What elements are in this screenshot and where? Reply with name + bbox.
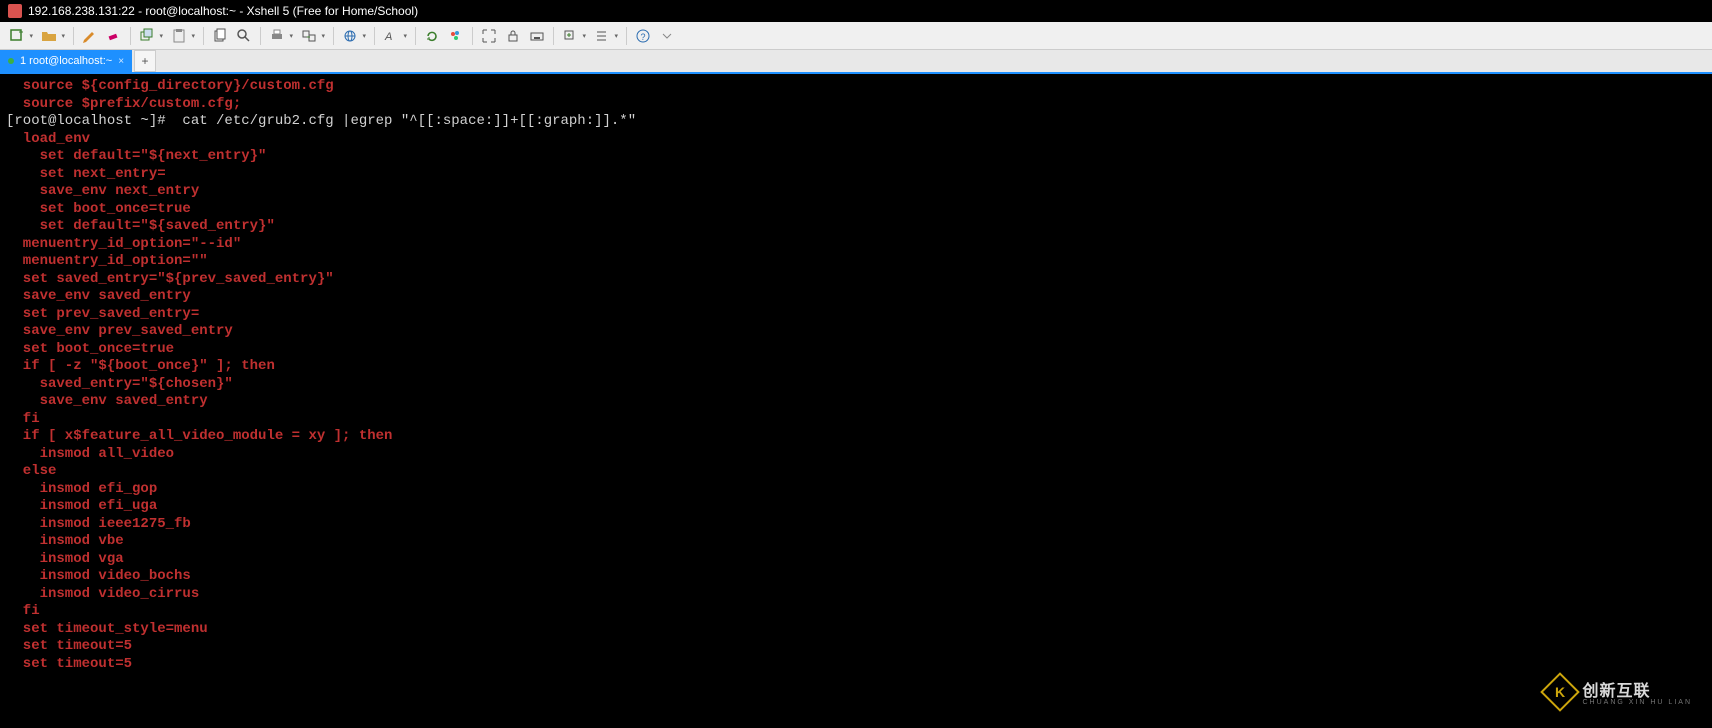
globe-button[interactable] <box>339 25 369 47</box>
terminal-line: set prev_saved_entry= <box>6 306 1706 324</box>
watermark-sub: CHUANG XIN HU LIAN <box>1582 699 1692 706</box>
close-icon[interactable]: × <box>118 56 124 67</box>
terminal-line: insmod vbe <box>6 533 1706 551</box>
app-icon <box>8 4 22 18</box>
dropdown-icon[interactable] <box>656 25 678 47</box>
copy-button[interactable] <box>209 25 231 47</box>
font-button[interactable]: A <box>380 25 410 47</box>
terminal-line: insmod vga <box>6 551 1706 569</box>
terminal-line: load_env <box>6 131 1706 149</box>
tab-session-1[interactable]: 1 root@localhost:~ × <box>0 50 132 72</box>
eraser-button[interactable] <box>103 25 125 47</box>
terminal-line: fi <box>6 603 1706 621</box>
terminal-line: source $prefix/custom.cfg; <box>6 96 1706 114</box>
separator <box>203 27 204 45</box>
terminal-line: set default="${saved_entry}" <box>6 218 1706 236</box>
terminal-line: if [ -z "${boot_once}" ]; then <box>6 358 1706 376</box>
add-tab-button[interactable]: + <box>134 50 156 72</box>
new-session-button[interactable] <box>6 25 36 47</box>
terminal-line: insmod video_cirrus <box>6 586 1706 604</box>
terminal-line: set next_entry= <box>6 166 1706 184</box>
separator <box>333 27 334 45</box>
palette-button[interactable] <box>445 25 467 47</box>
lock-button[interactable] <box>502 25 524 47</box>
paste-button[interactable] <box>168 25 198 47</box>
separator <box>260 27 261 45</box>
fullscreen-button[interactable] <box>478 25 500 47</box>
terminal-line: set boot_once=true <box>6 201 1706 219</box>
print-button[interactable] <box>266 25 296 47</box>
separator <box>374 27 375 45</box>
tab-label: 1 root@localhost:~ <box>20 55 112 67</box>
pencil-button[interactable] <box>79 25 101 47</box>
terminal-line: save_env prev_saved_entry <box>6 323 1706 341</box>
help-button[interactable]: ? <box>632 25 654 47</box>
open-button[interactable] <box>38 25 68 47</box>
separator <box>553 27 554 45</box>
terminal-line: set boot_once=true <box>6 341 1706 359</box>
window-title: 192.168.238.131:22 - root@localhost:~ - … <box>28 4 418 18</box>
terminal-line: [root@localhost ~]# cat /etc/grub2.cfg |… <box>6 113 1706 131</box>
transfer-button[interactable] <box>298 25 328 47</box>
terminal-line: set default="${next_entry}" <box>6 148 1706 166</box>
terminal-line: insmod efi_uga <box>6 498 1706 516</box>
terminal-line: saved_entry="${chosen}" <box>6 376 1706 394</box>
terminal-line: menuentry_id_option="" <box>6 253 1706 271</box>
terminal-line: set timeout=5 <box>6 656 1706 674</box>
terminal-line: if [ x$feature_all_video_module = xy ]; … <box>6 428 1706 446</box>
keyboard-button[interactable] <box>526 25 548 47</box>
svg-text:A: A <box>384 31 392 43</box>
terminal-line: save_env saved_entry <box>6 288 1706 306</box>
list-button[interactable] <box>591 25 621 47</box>
svg-text:?: ? <box>641 32 646 42</box>
terminal-line: set timeout_style=menu <box>6 621 1706 639</box>
separator <box>415 27 416 45</box>
watermark: K 创新互联 CHUANG XIN HU LIAN <box>1546 677 1692 706</box>
terminal-output[interactable]: source ${config_directory}/custom.cfg so… <box>0 74 1712 677</box>
separator <box>73 27 74 45</box>
terminal-line: save_env next_entry <box>6 183 1706 201</box>
copy-session-button[interactable] <box>136 25 166 47</box>
terminal-line: insmod ieee1275_fb <box>6 516 1706 534</box>
terminal-line: set timeout=5 <box>6 638 1706 656</box>
refresh-button[interactable] <box>421 25 443 47</box>
watermark-brand: 创新互联 <box>1582 677 1692 701</box>
separator <box>626 27 627 45</box>
add-button[interactable] <box>559 25 589 47</box>
tabbar: 1 root@localhost:~ × + <box>0 50 1712 74</box>
terminal-line: insmod efi_gop <box>6 481 1706 499</box>
terminal-line: menuentry_id_option="--id" <box>6 236 1706 254</box>
terminal-line: source ${config_directory}/custom.cfg <box>6 78 1706 96</box>
terminal-line: else <box>6 463 1706 481</box>
status-dot-icon <box>8 58 14 64</box>
titlebar: 192.168.238.131:22 - root@localhost:~ - … <box>0 0 1712 22</box>
watermark-logo-icon: K <box>1541 672 1581 712</box>
terminal-line: insmod video_bochs <box>6 568 1706 586</box>
terminal-line: insmod all_video <box>6 446 1706 464</box>
toolbar: A ? <box>0 22 1712 50</box>
find-button[interactable] <box>233 25 255 47</box>
separator <box>130 27 131 45</box>
terminal-line: save_env saved_entry <box>6 393 1706 411</box>
terminal-line: set saved_entry="${prev_saved_entry}" <box>6 271 1706 289</box>
separator <box>472 27 473 45</box>
terminal-line: fi <box>6 411 1706 429</box>
